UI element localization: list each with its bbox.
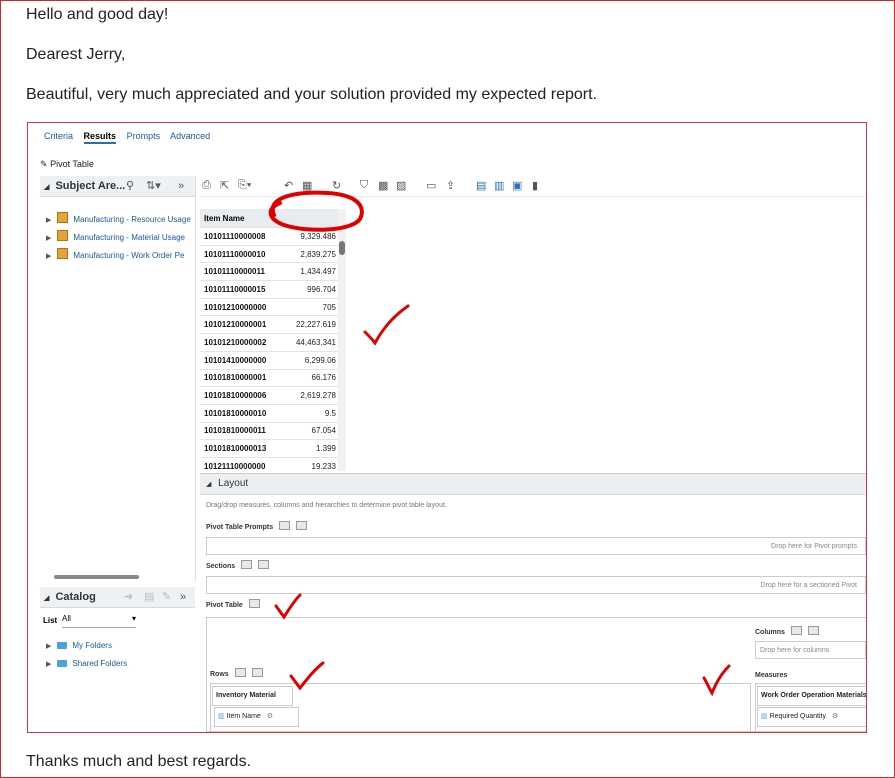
red-checkmark-annotation	[274, 593, 302, 620]
email-body: Beautiful, very much appreciated and you…	[26, 86, 597, 103]
embedded-screenshot: Criteria Results Prompts Advanced ✎ Pivo…	[27, 122, 867, 733]
red-checkmark-annotation	[702, 664, 731, 697]
email-greeting: Hello and good day!	[26, 6, 169, 23]
red-checkmark-annotation	[289, 661, 325, 691]
email-closing: Thanks much and best regards.	[26, 753, 252, 770]
red-circle-annotation	[268, 190, 364, 232]
annotation-layer	[268, 190, 731, 697]
red-checkmark-annotation	[363, 304, 410, 346]
email-salutation: Dearest Jerry,	[26, 46, 126, 63]
